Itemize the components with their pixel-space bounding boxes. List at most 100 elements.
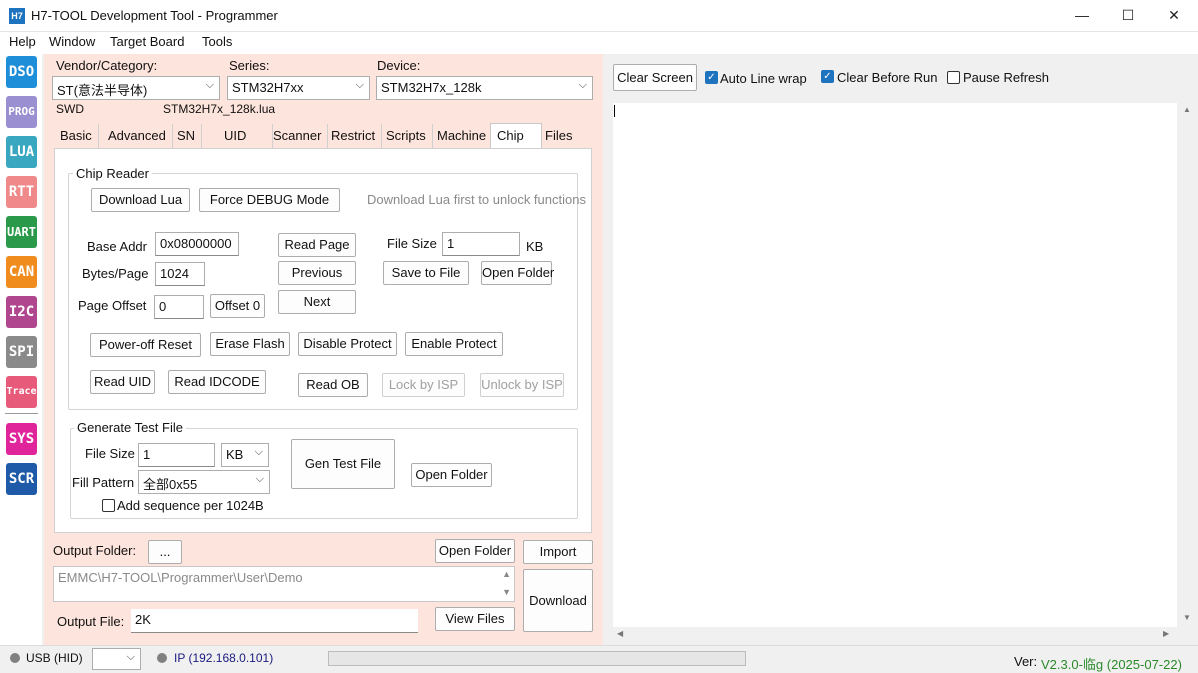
text-cursor — [614, 105, 615, 117]
read-ob-button[interactable]: Read OB — [298, 373, 368, 397]
scroll-down-icon[interactable]: ▼ — [1183, 613, 1191, 622]
sidebar-i2c-button[interactable]: I2C — [6, 296, 37, 328]
scroll-up-icon[interactable]: ▲ — [502, 569, 511, 579]
open-folder-button[interactable]: Open Folder — [481, 261, 554, 285]
vertical-scrollbar[interactable]: ▲ ▼ — [1178, 103, 1196, 627]
auto-line-wrap-label: Auto Line wrap — [720, 71, 807, 86]
file-size-unit: KB — [526, 239, 544, 254]
read-uid-button[interactable]: Read UID — [90, 370, 155, 394]
download-button[interactable]: Download — [523, 569, 593, 632]
tab-files[interactable]: Files — [539, 124, 578, 148]
read-idcode-button[interactable]: Read IDCODE — [168, 370, 266, 394]
gen-unit-select[interactable]: KB ⌵ — [221, 443, 269, 467]
series-select[interactable]: STM32H7xx ⌵ — [227, 76, 370, 100]
power-off-reset-button[interactable]: Power-off Reset — [90, 333, 201, 357]
force-debug-button[interactable]: Force DEBUG Mode — [199, 188, 340, 212]
version-value: V2.3.0-临g (2025-07-22) — [1041, 657, 1182, 672]
save-to-file-button[interactable]: Save to File — [383, 261, 469, 285]
gen-test-file-button[interactable]: Gen Test File — [291, 439, 395, 489]
tab-chip[interactable]: Chip — [490, 123, 542, 148]
fill-pattern-select[interactable]: 全部0x55 ⌵ — [138, 470, 270, 494]
browse-folder-button[interactable]: ... — [148, 540, 182, 564]
close-button[interactable]: ✕ — [1151, 0, 1197, 32]
menu-target-board[interactable]: Target Board — [110, 34, 184, 49]
clear-before-run-label: Clear Before Run — [837, 70, 938, 85]
sidebar-prog-button[interactable]: PROG — [6, 96, 37, 128]
pause-refresh-label: Pause Refresh — [963, 70, 1049, 85]
lock-by-isp-button[interactable]: Lock by ISP — [382, 373, 465, 397]
tab-advanced[interactable]: Advanced — [102, 124, 173, 148]
auto-line-wrap-checkbox[interactable]: ✓ — [705, 71, 718, 84]
sidebar-scr-button[interactable]: SCR — [6, 463, 37, 495]
unlock-by-isp-button[interactable]: Unlock by ISP — [480, 373, 564, 397]
import-button[interactable]: Import — [523, 540, 593, 564]
clear-screen-button[interactable]: Clear Screen — [613, 64, 697, 91]
read-page-button[interactable]: Read Page — [278, 233, 356, 257]
offset0-button[interactable]: Offset 0 — [210, 294, 265, 318]
tab-restrict[interactable]: Restrict — [325, 124, 383, 148]
scroll-down-icon[interactable]: ▼ — [502, 587, 511, 597]
minimize-button[interactable]: — — [1059, 0, 1105, 32]
device-port-select[interactable]: ⌵ — [92, 648, 141, 670]
sidebar-can-button[interactable]: CAN — [6, 256, 37, 288]
output-path-box[interactable]: EMMC\H7-TOOL\Programmer\User\Demo ▲ ▼ — [53, 566, 515, 602]
output-file-input[interactable]: 2K — [131, 609, 418, 633]
enable-protect-button[interactable]: Enable Protect — [405, 332, 503, 356]
tab-scanner[interactable]: Scanner — [267, 124, 329, 148]
chevron-down-icon: ⌵ — [355, 79, 364, 91]
base-addr-input[interactable]: 0x08000000 — [155, 232, 239, 256]
disable-protect-button[interactable]: Disable Protect — [298, 332, 397, 356]
sidebar-spi-button[interactable]: SPI — [6, 336, 37, 368]
gen-file-size-input[interactable]: 1 — [138, 443, 215, 467]
file-size-label: File Size — [387, 236, 437, 251]
file-size-input[interactable]: 1 — [442, 232, 520, 256]
device-select[interactable]: STM32H7x_128k ⌵ — [376, 76, 593, 100]
bytes-page-label: Bytes/Page — [82, 266, 149, 281]
sidebar-rtt-button[interactable]: RTT — [6, 176, 37, 208]
sidebar-lua-button[interactable]: LUA — [6, 136, 37, 168]
chip-reader-title: Chip Reader — [73, 166, 152, 181]
menu-help[interactable]: Help — [9, 34, 36, 49]
scroll-up-icon[interactable]: ▲ — [1183, 105, 1191, 114]
device-select-value: STM32H7x_128k — [381, 80, 482, 95]
tab-uid[interactable]: UID — [218, 124, 273, 148]
pause-refresh-checkbox[interactable] — [947, 71, 960, 84]
ip-status-label: IP (192.168.0.101) — [174, 651, 274, 665]
tool-sidebar: DSO PROG LUA RTT UART CAN I2C SPI Trace … — [0, 54, 42, 645]
view-files-button[interactable]: View Files — [435, 607, 515, 631]
horizontal-scrollbar[interactable]: ◀ ▶ — [613, 628, 1177, 642]
maximize-button[interactable]: ☐ — [1105, 0, 1151, 32]
next-button[interactable]: Next — [278, 290, 356, 314]
scroll-right-icon[interactable]: ▶ — [1163, 629, 1169, 638]
previous-button[interactable]: Previous — [278, 261, 356, 285]
bytes-page-input[interactable]: 1024 — [155, 262, 205, 286]
tab-basic[interactable]: Basic — [54, 124, 99, 148]
usb-status-label: USB (HID) — [26, 651, 83, 665]
vendor-select[interactable]: ST(意法半导体) ⌵ — [52, 76, 220, 100]
device-label: Device: — [377, 58, 421, 73]
series-label: Series: — [229, 58, 270, 73]
clear-before-run-checkbox[interactable]: ✓ — [821, 70, 834, 83]
sidebar-uart-button[interactable]: UART — [6, 216, 37, 248]
base-addr-label: Base Addr — [87, 239, 147, 254]
sidebar-trace-button[interactable]: Trace — [6, 376, 37, 408]
sidebar-dso-button[interactable]: DSO — [6, 56, 37, 88]
tab-bar: Basic Advanced SN UID Scanner Restrict S… — [54, 123, 592, 148]
tab-sn[interactable]: SN — [171, 124, 203, 148]
scroll-left-icon[interactable]: ◀ — [617, 629, 623, 638]
output-open-folder-button[interactable]: Open Folder — [435, 539, 515, 563]
tab-machine[interactable]: Machine — [431, 124, 494, 148]
menu-window[interactable]: Window — [49, 34, 95, 49]
sidebar-sys-button[interactable]: SYS — [6, 423, 37, 455]
chevron-down-icon: ⌵ — [205, 79, 214, 91]
download-lua-button[interactable]: Download Lua — [91, 188, 190, 212]
tab-scripts[interactable]: Scripts — [380, 124, 433, 148]
chevron-down-icon: ⌵ — [254, 446, 263, 458]
app-icon: H7 — [9, 8, 25, 24]
gen-open-folder-button[interactable]: Open Folder — [411, 463, 492, 487]
erase-flash-button[interactable]: Erase Flash — [210, 332, 290, 356]
log-output-area[interactable] — [613, 103, 1177, 627]
menu-tools[interactable]: Tools — [202, 34, 232, 49]
page-offset-input[interactable]: 0 — [154, 295, 204, 319]
add-sequence-checkbox[interactable] — [102, 499, 115, 512]
